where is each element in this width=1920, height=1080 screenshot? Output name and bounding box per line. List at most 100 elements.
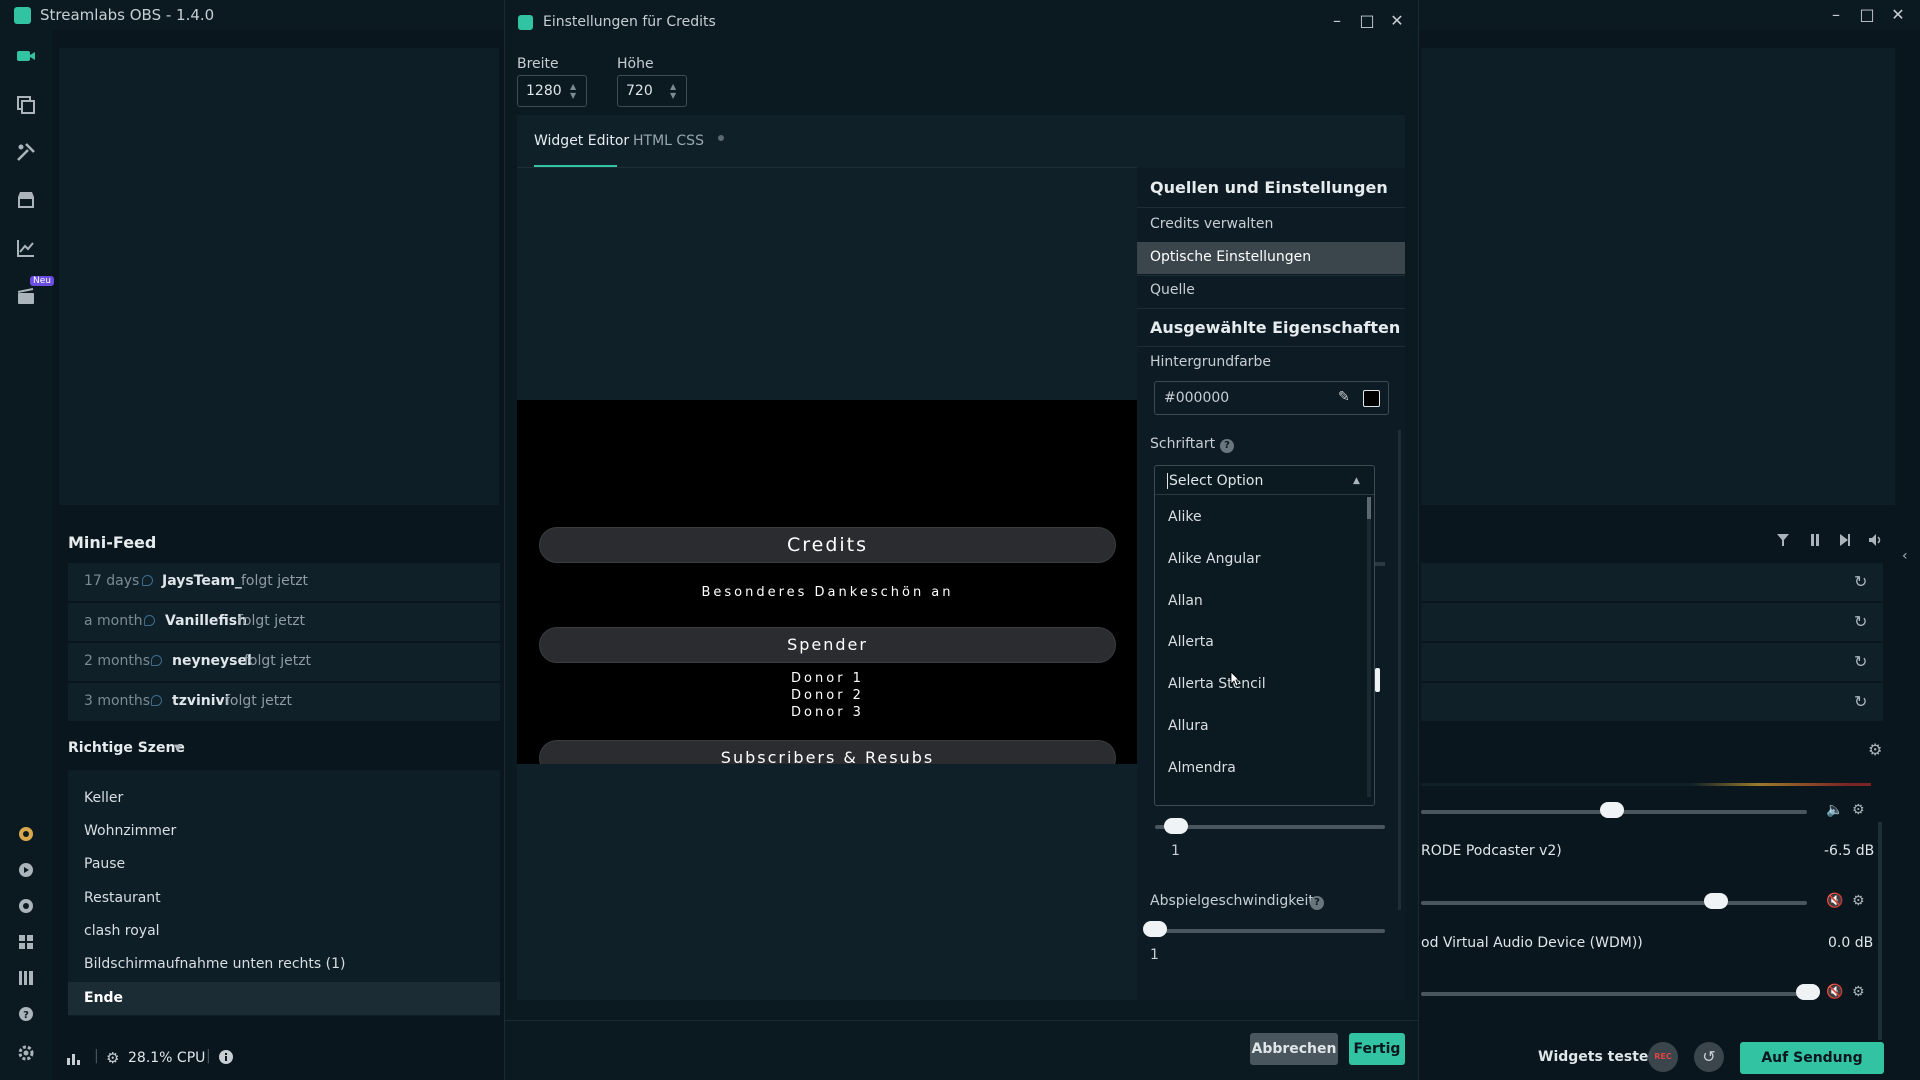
dialog-minimize-icon[interactable]: –: [1327, 11, 1347, 31]
refresh-icon[interactable]: ↻: [1854, 692, 1867, 711]
mute-icon[interactable]: 🔇: [1826, 893, 1843, 909]
done-button[interactable]: Fertig: [1349, 1033, 1405, 1065]
speaker-icon[interactable]: 🔈: [1826, 802, 1843, 818]
layout-grid-icon[interactable]: [14, 930, 38, 954]
feed-item[interactable]: a month Vanillefish folgt jetzt: [68, 603, 500, 641]
height-input[interactable]: 720 ▲ ▼: [617, 75, 687, 107]
settings-gear-icon[interactable]: [14, 1041, 38, 1065]
scene-item-active[interactable]: Ende: [84, 990, 123, 1006]
audio-slider-knob[interactable]: [1704, 893, 1728, 909]
font-option[interactable]: Allura: [1168, 718, 1209, 734]
replay-buffer-icon[interactable]: ↺: [1694, 1042, 1724, 1072]
themes-icon[interactable]: [14, 92, 38, 116]
refresh-icon[interactable]: ↻: [1854, 652, 1867, 671]
audio-gear-icon[interactable]: ⚙: [1852, 802, 1865, 818]
dialog-maximize-icon[interactable]: □: [1357, 11, 1377, 31]
library-icon[interactable]: [14, 966, 38, 990]
studio-camera-icon[interactable]: [14, 44, 38, 68]
tab-html-css[interactable]: HTML CSS: [633, 133, 704, 149]
scene-item[interactable]: Bildschirmaufnahme unten rechts (1): [84, 956, 345, 972]
maximize-icon[interactable]: □: [1857, 5, 1877, 25]
refresh-icon[interactable]: ↻: [1854, 612, 1867, 631]
dropdown-scroll-thumb[interactable]: [1367, 497, 1371, 519]
help-icon[interactable]: ?: [1310, 896, 1324, 910]
coin-icon[interactable]: [14, 822, 38, 846]
feed-item[interactable]: 2 months neyneysel folgt jetzt: [68, 643, 500, 681]
analytics-chart-icon[interactable]: [14, 236, 38, 260]
chat-icon[interactable]: [14, 894, 38, 918]
donor-name: Donor 3: [791, 705, 864, 720]
settings-item-source[interactable]: Quelle: [1150, 282, 1195, 298]
source-row[interactable]: [1421, 563, 1883, 601]
donor-name: Donor 1: [791, 671, 864, 686]
minimize-icon[interactable]: –: [1826, 5, 1846, 25]
scene-item[interactable]: Wohnzimmer: [84, 823, 176, 839]
color-swatch[interactable]: [1363, 390, 1380, 407]
highlighter-icon[interactable]: [14, 284, 38, 308]
source-row[interactable]: [1421, 603, 1883, 641]
feed-item[interactable]: 3 months tzvinivi folgt jetzt: [68, 683, 500, 721]
refresh-icon[interactable]: ↻: [1854, 572, 1867, 591]
audio-gear-icon[interactable]: ⚙: [1852, 893, 1865, 909]
volume-icon[interactable]: [1868, 533, 1884, 547]
scene-item[interactable]: Keller: [84, 790, 123, 806]
chevron-down-icon[interactable]: ▼: [174, 743, 182, 754]
audio-gear-icon[interactable]: ⚙: [1852, 984, 1865, 1000]
font-option[interactable]: Allerta: [1168, 634, 1214, 650]
filter-icon[interactable]: [1776, 533, 1790, 547]
scene-item[interactable]: Pause: [84, 856, 125, 872]
settings-slider-knob[interactable]: [1164, 818, 1188, 834]
width-spinner-icon[interactable]: ▲ ▼: [570, 82, 580, 100]
height-spinner-icon[interactable]: ▲ ▼: [670, 82, 680, 100]
bg-color-value: #000000: [1164, 390, 1230, 406]
tab-widget-editor[interactable]: Widget Editor: [534, 133, 629, 149]
font-option[interactable]: Almendra: [1168, 760, 1236, 776]
info-icon[interactable]: [218, 1049, 234, 1065]
settings-slider-track[interactable]: [1155, 825, 1385, 829]
audio-slider-knob[interactable]: [1600, 802, 1624, 818]
font-option[interactable]: Allan: [1168, 593, 1203, 609]
play-icon[interactable]: [14, 858, 38, 882]
cancel-button[interactable]: Abbrechen: [1250, 1033, 1338, 1065]
speed-slider-knob[interactable]: [1143, 921, 1167, 937]
feed-item[interactable]: 17 days JaysTeam_ folgt jetzt: [68, 563, 500, 601]
scene-item[interactable]: clash royal: [84, 923, 160, 939]
store-icon[interactable]: [14, 188, 38, 212]
collapse-arrow-icon[interactable]: ‹: [1902, 548, 1908, 564]
dropdown-scrollbar[interactable]: [1367, 497, 1371, 797]
close-icon[interactable]: ✕: [1888, 5, 1908, 25]
font-option[interactable]: Allerta Stencil: [1168, 676, 1266, 692]
pause-icon[interactable]: [1808, 533, 1822, 547]
audio-slider-knob[interactable]: [1796, 984, 1820, 1000]
source-row[interactable]: [1421, 643, 1883, 681]
width-input[interactable]: 1280 ▲ ▼: [517, 75, 587, 107]
help-icon[interactable]: ?: [1220, 439, 1234, 453]
source-row[interactable]: [1421, 683, 1883, 721]
settings-item-visual[interactable]: Optische Einstellungen: [1150, 249, 1311, 265]
mixer-scrollbar[interactable]: [1878, 822, 1882, 1042]
eyedropper-icon[interactable]: ✎: [1338, 389, 1350, 405]
dialog-close-icon[interactable]: ✕: [1387, 11, 1407, 31]
widgets-test-label[interactable]: Widgets testen: [1538, 1049, 1658, 1065]
help-icon[interactable]: ?: [14, 1002, 38, 1026]
mixer-settings-gear-icon[interactable]: ⚙: [1868, 740, 1882, 759]
scene-collection-title[interactable]: Richtige Szene: [68, 740, 185, 756]
speed-value: 1: [1150, 947, 1159, 963]
editor-tools-icon[interactable]: [14, 140, 38, 164]
font-option[interactable]: Alike Angular: [1168, 551, 1260, 567]
scene-item[interactable]: Restaurant: [84, 890, 161, 906]
audio-slider-track[interactable]: [1421, 992, 1807, 996]
rec-button[interactable]: REC: [1648, 1042, 1678, 1072]
mute-icon[interactable]: 🔇: [1826, 984, 1843, 1000]
font-option[interactable]: Alike: [1168, 509, 1202, 525]
font-select-placeholder[interactable]: Select Option: [1167, 473, 1263, 489]
settings-scrollbar[interactable]: [1398, 430, 1401, 910]
audio-slider-track[interactable]: [1421, 901, 1807, 905]
go-live-button[interactable]: Auf Sendung gehen: [1740, 1042, 1884, 1074]
stats-bar-icon[interactable]: [66, 1050, 82, 1066]
chevron-up-icon[interactable]: ▲: [1353, 476, 1360, 486]
skip-next-icon[interactable]: [1838, 533, 1852, 547]
bg-color-input[interactable]: #000000 ✎: [1154, 381, 1389, 415]
speed-slider-track[interactable]: [1155, 929, 1385, 933]
settings-item-credits-manage[interactable]: Credits verwalten: [1150, 216, 1273, 232]
